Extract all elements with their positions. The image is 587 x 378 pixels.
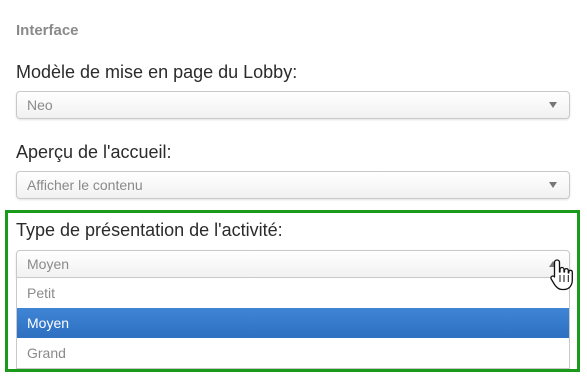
section-title: Interface <box>16 22 79 39</box>
option-grand[interactable]: Grand <box>17 338 569 368</box>
home-preview-value: Afficher le contenu <box>27 177 143 193</box>
activity-presentation-select[interactable]: Moyen <box>16 250 570 278</box>
lobby-layout-select[interactable]: Neo <box>16 91 570 119</box>
activity-presentation-dropdown: Petit Moyen Grand <box>16 278 570 369</box>
lobby-layout-label: Modèle de mise en page du Lobby: <box>16 62 298 82</box>
caret-down-icon <box>549 102 557 108</box>
home-preview-label: Aperçu de l'accueil: <box>16 142 172 162</box>
home-preview-select[interactable]: Afficher le contenu <box>16 171 570 199</box>
option-petit[interactable]: Petit <box>17 278 569 308</box>
lobby-layout-value: Neo <box>27 97 53 113</box>
option-moyen[interactable]: Moyen <box>17 308 569 338</box>
activity-presentation-value: Moyen <box>27 256 70 272</box>
activity-presentation-label: Type de présentation de l'activité: <box>16 220 283 240</box>
hand-pointer-icon <box>550 259 573 291</box>
caret-down-icon <box>549 182 557 188</box>
